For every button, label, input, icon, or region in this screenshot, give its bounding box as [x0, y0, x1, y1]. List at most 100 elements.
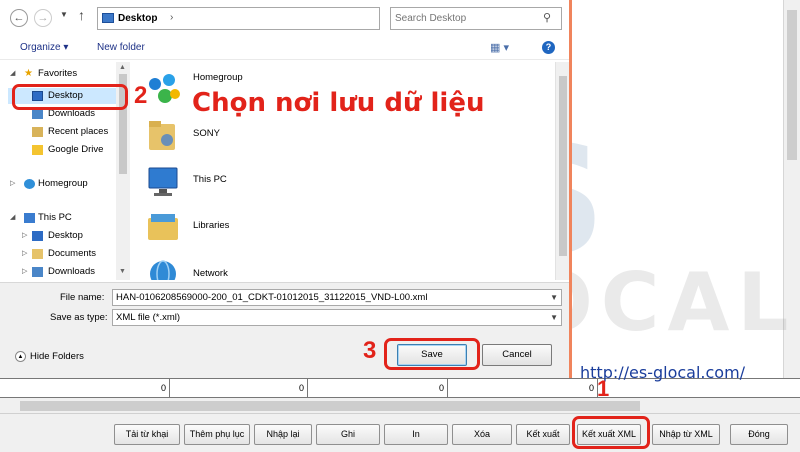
- nav-item-documents[interactable]: ▷ Documents: [8, 246, 130, 262]
- nav-item-recent-places[interactable]: Recent places: [8, 124, 130, 140]
- star-icon: ★: [24, 68, 33, 79]
- delete-button[interactable]: Xóa: [452, 424, 512, 445]
- nav-item-label: Downloads: [48, 266, 95, 277]
- expand-chevron-icon[interactable]: ▷: [10, 176, 15, 192]
- add-appendix-button[interactable]: Thêm phụ lục: [184, 424, 250, 445]
- nav-item-google-drive[interactable]: Google Drive: [8, 142, 130, 158]
- computer-icon: [148, 167, 178, 196]
- file-name-input[interactable]: HAN-0106208569000-200_01_CDKT-01012015_3…: [112, 289, 562, 306]
- recent-locations-chevron-icon[interactable]: ▼: [60, 10, 68, 19]
- list-item-this-pc[interactable]: This PC: [145, 160, 445, 204]
- search-box[interactable]: ⚲: [390, 7, 562, 30]
- file-item-label: SONY: [193, 128, 220, 139]
- dialog-toolbar: Organize ▾ New folder ▦ ▾ ?: [0, 36, 569, 60]
- hide-folders-toggle[interactable]: ▲ Hide Folders: [15, 351, 84, 362]
- nav-item-desktop[interactable]: ▷ Desktop: [8, 228, 130, 244]
- expand-chevron-icon[interactable]: ▷: [22, 264, 27, 280]
- recent-places-icon: [32, 127, 43, 137]
- table-cell: 0: [448, 379, 598, 397]
- step3-highlight: [384, 338, 480, 370]
- scrollbar-thumb[interactable]: [787, 10, 797, 160]
- help-icon[interactable]: ?: [542, 41, 555, 54]
- homegroup-icon: [149, 74, 180, 103]
- step3-number: 3: [363, 337, 377, 364]
- file-name-label: File name:: [60, 292, 105, 303]
- background-horizontal-scrollbar[interactable]: [0, 398, 800, 414]
- google-drive-icon: [32, 145, 43, 155]
- search-input[interactable]: [395, 11, 540, 26]
- search-icon[interactable]: ⚲: [543, 11, 551, 24]
- nav-item-label: Recent places: [48, 126, 109, 137]
- save-as-dialog: ← → ▼ ↑ Desktop › ▼ ⟳ ⚲ Organize ▾ New f…: [0, 0, 572, 378]
- background-vertical-scrollbar[interactable]: [783, 0, 800, 380]
- new-folder-button[interactable]: New folder: [97, 42, 145, 53]
- file-name-value[interactable]: HAN-0106208569000-200_01_CDKT-01012015_3…: [116, 292, 427, 303]
- nav-item-downloads[interactable]: ▷ Downloads: [8, 264, 130, 280]
- documents-icon: [32, 249, 43, 259]
- nav-item-label: This PC: [38, 212, 72, 223]
- close-button[interactable]: Đóng: [730, 424, 788, 445]
- hide-folders-label: Hide Folders: [30, 351, 84, 363]
- reenter-button[interactable]: Nhập lại: [254, 424, 312, 445]
- save-as-type-chevron-icon[interactable]: ▼: [550, 310, 558, 325]
- scrollbar-thumb[interactable]: [20, 401, 640, 411]
- background-panel: [568, 0, 800, 380]
- file-item-label: This PC: [193, 174, 227, 185]
- table-cell: 0: [308, 379, 448, 397]
- save-record-button[interactable]: Ghi: [316, 424, 380, 445]
- export-button[interactable]: Kết xuất: [516, 424, 570, 445]
- step1-number: 1: [597, 376, 610, 401]
- save-as-type-label: Save as type:: [50, 312, 108, 323]
- list-item-network[interactable]: Network: [145, 254, 445, 280]
- save-form: File name: HAN-0106208569000-200_01_CDKT…: [0, 282, 569, 332]
- nav-item-label: Google Drive: [48, 144, 104, 155]
- expand-chevron-icon[interactable]: ▷: [22, 246, 27, 262]
- scroll-down-arrow-icon[interactable]: ▼: [119, 268, 126, 275]
- homegroup-icon: [24, 179, 35, 189]
- list-item-libraries[interactable]: Libraries: [145, 206, 445, 250]
- import-xml-button[interactable]: Nhập từ XML: [652, 424, 720, 445]
- step1-highlight: [572, 416, 650, 449]
- cancel-button[interactable]: Cancel: [482, 344, 552, 366]
- print-button[interactable]: In: [384, 424, 448, 445]
- address-bar[interactable]: Desktop › ▼ ⟳: [97, 7, 470, 30]
- collapse-chevron-icon[interactable]: ◢: [10, 66, 15, 82]
- up-arrow-icon[interactable]: ↑: [78, 7, 85, 23]
- file-item-label: Network: [193, 268, 228, 279]
- table-cell: 0: [170, 379, 308, 397]
- table-cell: 0: [0, 379, 170, 397]
- file-list-scrollbar[interactable]: [555, 62, 569, 280]
- libraries-icon: [148, 214, 178, 240]
- nav-item-this-pc[interactable]: ◢ This PC: [8, 210, 130, 226]
- nav-item-favorites[interactable]: ◢ ★ Favorites: [8, 66, 130, 82]
- nav-item-label: Homegroup: [38, 178, 88, 189]
- user-folder-icon: [149, 121, 175, 150]
- save-as-type-select[interactable]: XML file (*.xml) ▼: [112, 309, 562, 326]
- nav-item-label: Favorites: [38, 68, 78, 79]
- file-item-label: Libraries: [193, 220, 230, 231]
- breadcrumb-chevron-icon[interactable]: ›: [170, 12, 173, 23]
- computer-icon: [24, 213, 35, 223]
- load-declaration-button[interactable]: Tải từ khại: [114, 424, 180, 445]
- address-bar-row: ← → ▼ ↑ Desktop › ▼ ⟳ ⚲: [0, 0, 569, 36]
- organize-menu[interactable]: Organize ▾: [20, 42, 68, 53]
- nav-item-homegroup[interactable]: ▷ Homegroup: [8, 176, 130, 192]
- nav-item-label: Desktop: [48, 230, 83, 241]
- downloads-icon: [32, 109, 43, 119]
- downloads-icon: [32, 267, 43, 277]
- forward-arrow-icon[interactable]: →: [34, 9, 52, 27]
- nav-item-label: Documents: [48, 248, 97, 259]
- step2-highlight: [12, 84, 128, 110]
- change-view-icon[interactable]: ▦ ▾: [490, 41, 509, 54]
- address-path[interactable]: Desktop: [118, 13, 157, 24]
- expand-chevron-icon[interactable]: ▷: [22, 228, 27, 244]
- step2-number: 2: [134, 82, 148, 109]
- scrollbar-thumb[interactable]: [559, 76, 567, 256]
- list-item-sony[interactable]: SONY: [145, 114, 445, 158]
- instruction-caption: Chọn nơi lưu dữ liệu: [192, 88, 485, 118]
- file-name-dropdown-chevron-icon[interactable]: ▼: [550, 290, 558, 305]
- scroll-up-arrow-icon[interactable]: ▲: [119, 64, 126, 71]
- back-arrow-icon[interactable]: ←: [10, 9, 28, 27]
- collapse-chevron-icon[interactable]: ◢: [10, 210, 15, 226]
- desktop-folder-icon: [102, 13, 114, 23]
